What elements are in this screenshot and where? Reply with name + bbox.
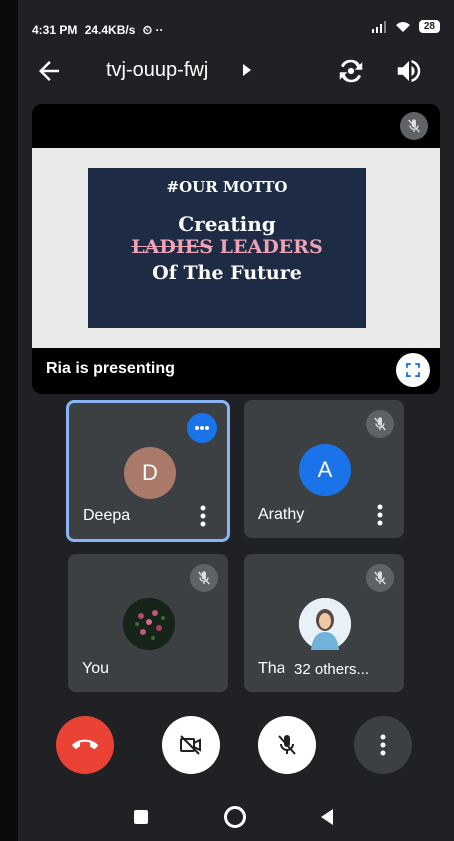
- person-photo-icon: [299, 598, 351, 650]
- more-options-icon[interactable]: [199, 505, 207, 527]
- more-options-icon[interactable]: [376, 504, 384, 526]
- presentation-slide: #OUR MOTTO Creating LADIES LEADERS Of Th…: [88, 168, 366, 328]
- caret-right-icon[interactable]: [242, 64, 252, 76]
- mic-off-icon: [374, 417, 386, 431]
- speaking-indicator: [187, 413, 217, 443]
- end-call-button[interactable]: [56, 716, 114, 774]
- flower-photo-icon: [123, 598, 175, 650]
- camera-toggle-button[interactable]: [162, 716, 220, 774]
- others-count-badge[interactable]: 32 others...: [284, 655, 380, 684]
- avatar-photo: [299, 598, 351, 650]
- hang-up-icon: [72, 739, 98, 750]
- dots-icon: [195, 426, 209, 430]
- shared-screen: #OUR MOTTO Creating LADIES LEADERS Of Th…: [32, 148, 440, 348]
- top-bar: tvj-ouup-fwj: [18, 46, 454, 96]
- home-button[interactable]: [224, 806, 246, 828]
- mic-off-icon: [278, 735, 296, 755]
- slide-heading: #OUR MOTTO: [166, 178, 288, 196]
- muted-badge: [190, 564, 218, 592]
- participant-name: You: [82, 660, 109, 677]
- mic-off-icon: [198, 571, 210, 585]
- call-controls: [18, 716, 454, 776]
- avatar-photo: [123, 598, 175, 650]
- speaker-icon[interactable]: [394, 56, 424, 86]
- mic-off-icon: [374, 571, 386, 585]
- recents-button[interactable]: [134, 810, 148, 824]
- back-arrow-icon[interactable]: [34, 56, 64, 86]
- status-icons: 28: [371, 20, 440, 33]
- fullscreen-icon: [406, 363, 420, 377]
- camera-off-icon: [180, 735, 201, 755]
- muted-badge: [366, 410, 394, 438]
- slide-accent-word: LEADERS: [219, 236, 323, 258]
- participant-tile-others[interactable]: Tha 32 others...: [244, 554, 404, 692]
- slide-line-3: Of The Future: [152, 262, 302, 284]
- muted-badge: [366, 564, 394, 592]
- switch-camera-icon[interactable]: [336, 56, 366, 86]
- back-nav-icon[interactable]: [320, 809, 334, 825]
- mic-toggle-button[interactable]: [258, 716, 316, 774]
- participant-name: Tha: [258, 660, 286, 677]
- meet-screen: 4:31 PM 24.4KB/s ⏲ ·· 28 tvj-ouup-fwj #O…: [18, 0, 454, 841]
- wifi-icon: [395, 21, 410, 32]
- more-options-button[interactable]: [354, 716, 412, 774]
- fullscreen-button[interactable]: [396, 353, 430, 387]
- slide-line-1: Creating: [178, 212, 276, 236]
- status-time: 4:31 PM 24.4KB/s ⏲ ··: [32, 23, 164, 37]
- presenter-muted-badge: [400, 112, 428, 140]
- participant-name: Deepa: [83, 507, 131, 524]
- avatar: A: [299, 444, 351, 496]
- meeting-code[interactable]: tvj-ouup-fwj: [106, 59, 208, 82]
- presenting-label: Ria is presenting: [46, 360, 175, 377]
- participant-tile-arathy[interactable]: A Arathy: [244, 400, 404, 538]
- avatar: D: [124, 447, 176, 499]
- slide-line-2: LADIES LEADERS: [88, 236, 366, 258]
- signal-icon: [371, 20, 386, 33]
- status-bar: 4:31 PM 24.4KB/s ⏲ ·· 28: [18, 0, 454, 46]
- mic-off-icon: [408, 119, 420, 133]
- participant-tile-you[interactable]: You: [68, 554, 228, 692]
- system-nav-bar: [18, 790, 454, 841]
- battery-indicator: 28: [418, 20, 440, 33]
- presentation-tile[interactable]: #OUR MOTTO Creating LADIES LEADERS Of Th…: [32, 104, 440, 394]
- more-vert-icon: [380, 734, 386, 756]
- participant-name: Arathy: [258, 506, 305, 523]
- participant-tile-deepa[interactable]: D Deepa: [66, 400, 230, 542]
- slide-struck-word: LADIES: [131, 236, 213, 258]
